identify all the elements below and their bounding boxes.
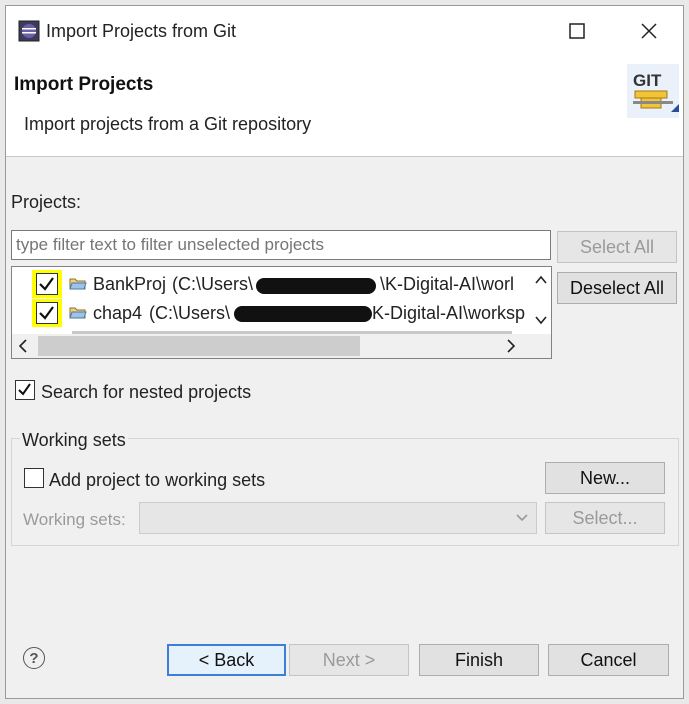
working-sets-combo[interactable] bbox=[139, 502, 537, 534]
title-bar: Import Projects from Git bbox=[6, 6, 683, 56]
wizard-banner: Import Projects Import projects from a G… bbox=[6, 56, 683, 157]
select-all-button[interactable]: Select All bbox=[557, 231, 677, 263]
working-sets-title: Working sets bbox=[20, 430, 128, 451]
vertical-scrollbar[interactable] bbox=[531, 267, 551, 333]
redacted-scribble bbox=[234, 306, 372, 322]
select-working-set-button[interactable]: Select... bbox=[545, 502, 665, 534]
project-checkbox[interactable] bbox=[36, 273, 58, 295]
project-path-end: K-Digital-AI\worksp bbox=[372, 303, 526, 323]
deselect-all-button[interactable]: Deselect All bbox=[557, 272, 677, 304]
project-name: chap4 bbox=[93, 303, 143, 323]
maximize-icon bbox=[569, 23, 585, 39]
finish-button[interactable]: Finish bbox=[419, 644, 539, 676]
project-path-end: \K-Digital-AI\worl bbox=[380, 274, 515, 294]
back-button[interactable]: < Back bbox=[167, 644, 286, 676]
window-title: Import Projects from Git bbox=[46, 21, 237, 41]
import-dialog: Import Projects from Git Import Projects… bbox=[5, 5, 684, 699]
git-icon-text: GIT bbox=[633, 71, 662, 90]
project-path-start: (C:\Users\ bbox=[172, 274, 253, 294]
add-working-set-checkbox[interactable] bbox=[24, 468, 44, 488]
project-folder-icon bbox=[69, 278, 87, 290]
checkmark-icon bbox=[39, 277, 54, 291]
project-row[interactable]: BankProj (C:\Users\ \K-Digital-AI\worl bbox=[12, 270, 532, 298]
cancel-button[interactable]: Cancel bbox=[548, 644, 669, 676]
next-button[interactable]: Next > bbox=[289, 644, 409, 676]
page-title: Import Projects bbox=[14, 74, 154, 95]
chevron-down-icon bbox=[516, 514, 528, 522]
horizontal-scrollbar[interactable] bbox=[12, 334, 551, 358]
project-name: BankProj bbox=[93, 274, 167, 294]
close-icon bbox=[641, 23, 657, 39]
horizontal-scroll-icon bbox=[18, 336, 516, 356]
project-checkbox[interactable] bbox=[36, 302, 58, 324]
eclipse-icon bbox=[18, 20, 40, 42]
working-sets-label: Working sets: bbox=[23, 510, 126, 529]
checkmark-icon bbox=[39, 306, 54, 320]
redacted-scribble bbox=[256, 278, 376, 294]
checkmark-icon bbox=[18, 383, 31, 396]
maximize-button[interactable] bbox=[554, 14, 600, 48]
nested-projects-checkbox[interactable] bbox=[15, 380, 35, 400]
nested-projects-label[interactable]: Search for nested projects bbox=[41, 382, 251, 403]
new-working-set-button[interactable]: New... bbox=[545, 462, 665, 494]
projects-label: Projects: bbox=[11, 192, 82, 212]
project-filter-input[interactable] bbox=[11, 230, 551, 260]
project-row[interactable]: chap4 (C:\Users\ K-Digital-AI\worksp bbox=[12, 299, 532, 327]
help-icon[interactable]: ? bbox=[23, 647, 45, 669]
git-repository-icon: GIT bbox=[627, 64, 679, 118]
page-description: Import projects from a Git repository bbox=[24, 114, 312, 134]
add-working-set-label[interactable]: Add project to working sets bbox=[49, 470, 265, 491]
project-path-start: (C:\Users\ bbox=[149, 303, 230, 323]
close-button[interactable] bbox=[626, 14, 672, 48]
project-folder-icon bbox=[69, 307, 87, 319]
scroll-arrows-icon bbox=[535, 275, 547, 325]
projects-list: BankProj (C:\Users\ \K-Digital-AI\worl c… bbox=[11, 266, 552, 359]
